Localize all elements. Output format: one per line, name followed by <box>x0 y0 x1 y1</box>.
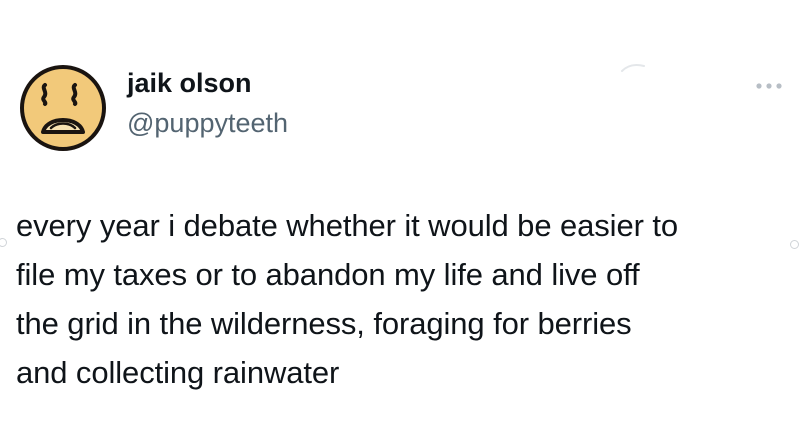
tweet-text-line: the grid in the wilderness, foraging for… <box>16 306 632 341</box>
right-edge-dot <box>790 240 799 249</box>
sad-face-icon <box>20 65 106 151</box>
tweet-text-line: file my taxes or to abandon my life and … <box>16 257 640 292</box>
author-display-name[interactable]: jaik olson <box>127 66 288 100</box>
avatar[interactable] <box>17 62 109 154</box>
more-horizontal-icon <box>756 83 782 89</box>
tweet-text-line: every year i debate whether it would be … <box>16 208 678 243</box>
author-handle[interactable]: @puppyteeth <box>127 106 288 140</box>
tweet-text-line: and collecting rainwater <box>16 355 340 390</box>
tweet-card: jaik olson @puppyteeth every year i deba… <box>0 0 800 442</box>
faint-artifact <box>621 64 645 72</box>
tweet-text: every year i debate whether it would be … <box>16 201 792 397</box>
more-options-button[interactable] <box>752 74 786 98</box>
left-edge-dot <box>0 238 7 247</box>
author-block: jaik olson @puppyteeth <box>127 66 288 140</box>
